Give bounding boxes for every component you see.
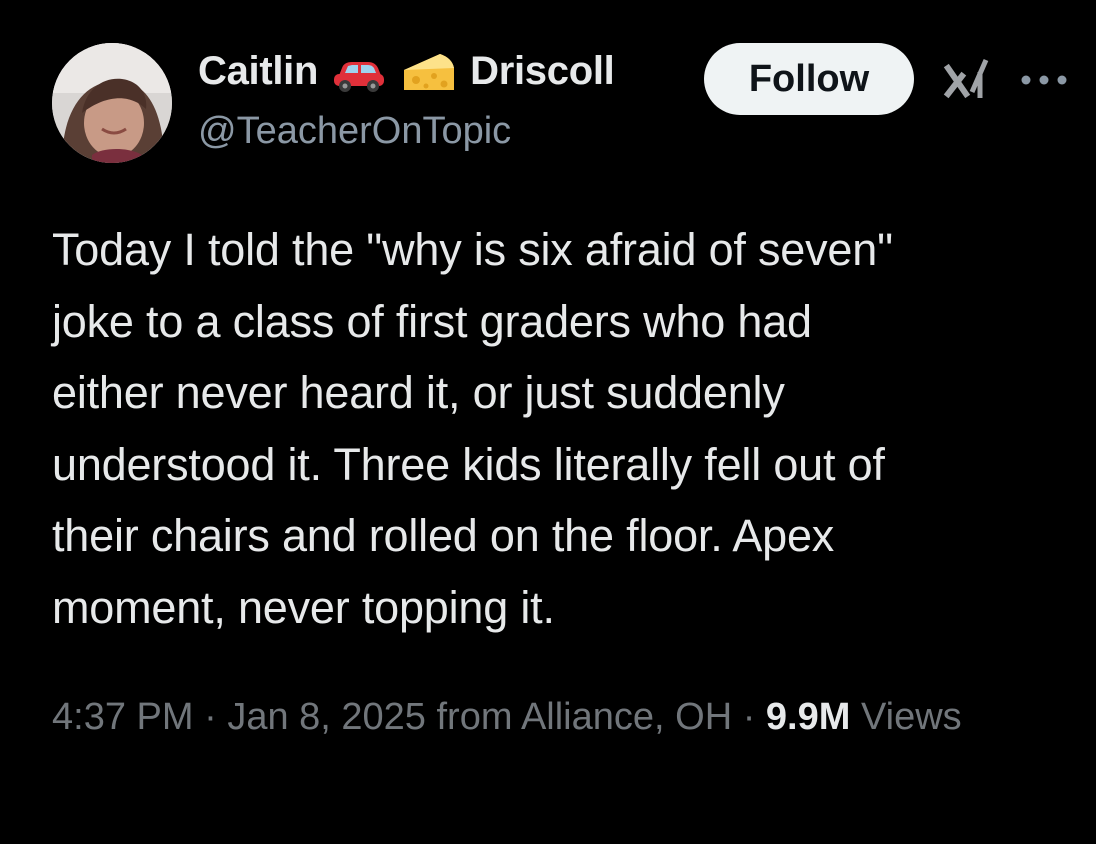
separator: · [204,696,217,738]
car-emoji-icon [334,62,385,92]
follow-button[interactable]: Follow [704,43,914,115]
grok-icon[interactable] [942,54,994,104]
avatar-photo [52,43,172,163]
tweet-date[interactable]: Jan 8, 2025 [227,696,426,738]
last-name: Driscoll [470,48,615,93]
avatar[interactable] [52,43,172,163]
views-label: Views [860,696,962,738]
tweet-text: Today I told the "why is six afraid of s… [52,224,893,633]
cheese-emoji-icon [404,54,455,90]
more-options-icon[interactable] [1020,74,1068,86]
user-handle[interactable]: @TeacherOnTopic [198,110,511,153]
display-name[interactable]: Caitlin Driscoll [198,48,615,94]
views-count[interactable]: 9.9M [766,696,850,738]
tweet-card: Caitlin Driscoll @TeacherOnTopic Follow [0,0,1096,844]
tweet-location: from Alliance, OH [436,696,733,738]
first-name: Caitlin [198,48,319,93]
tweet-time[interactable]: 4:37 PM [52,696,194,738]
separator: · [742,696,756,738]
tweet-meta: 4:37 PM · Jan 8, 2025 from Alliance, OH … [52,688,1052,746]
